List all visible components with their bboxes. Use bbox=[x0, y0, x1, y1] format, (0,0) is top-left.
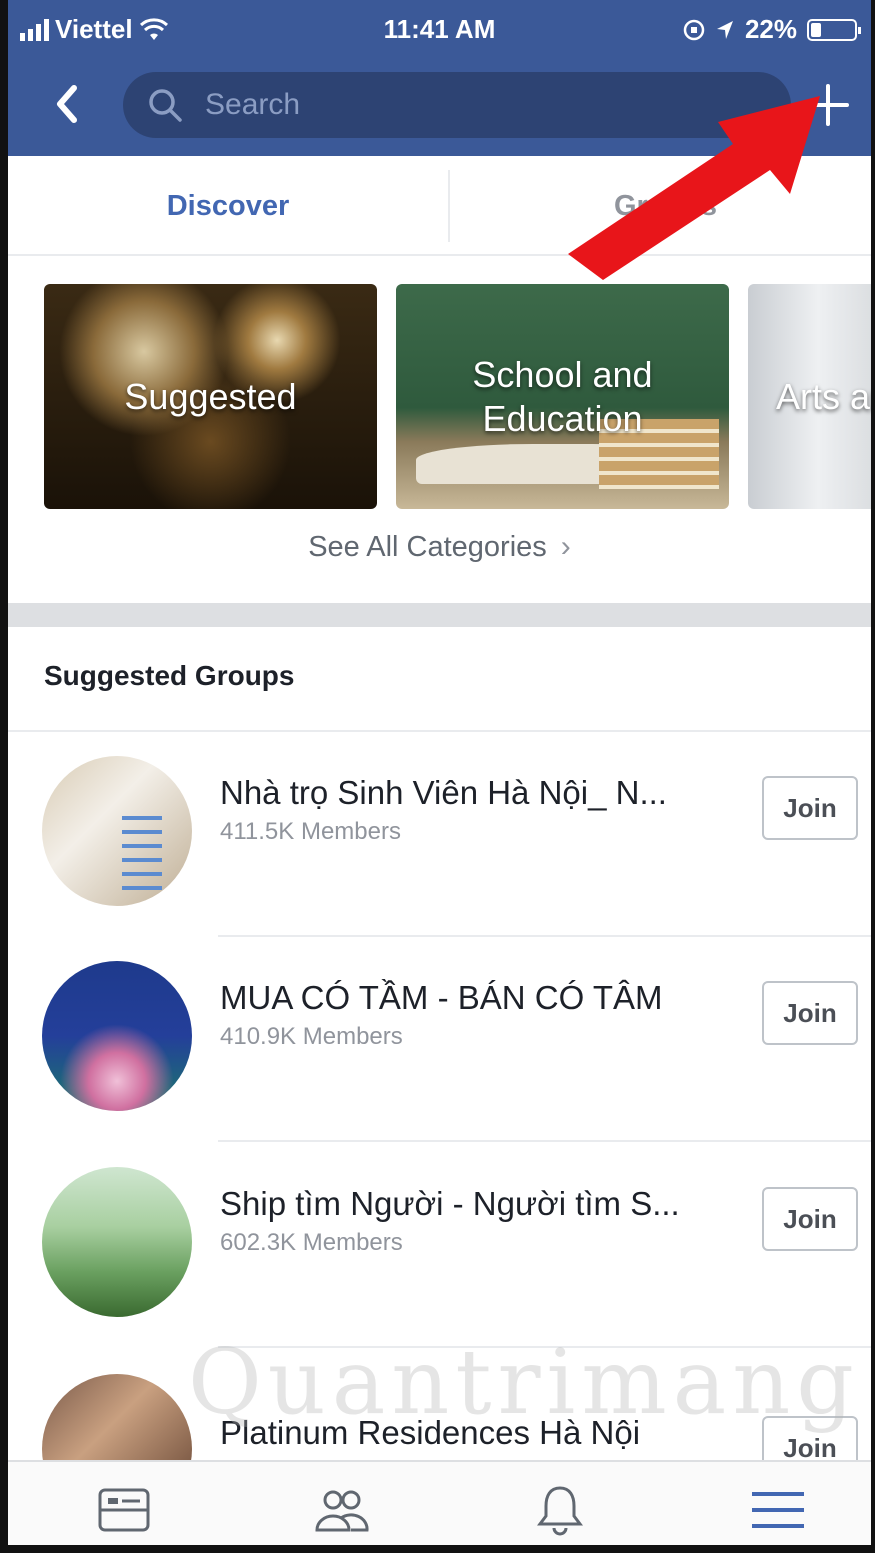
search-placeholder: Search bbox=[205, 88, 301, 121]
notifications-bell-icon[interactable] bbox=[530, 1480, 590, 1540]
location-icon bbox=[716, 20, 733, 39]
search-icon bbox=[149, 89, 182, 122]
group-members: 602.3K Members bbox=[220, 1229, 403, 1256]
join-button[interactable]: Join bbox=[762, 776, 858, 840]
lock-rotation-icon bbox=[683, 19, 705, 40]
group-members: 411.5K Members bbox=[220, 818, 401, 845]
group-avatar bbox=[42, 1167, 192, 1317]
divider bbox=[218, 1140, 871, 1142]
back-arrow-icon[interactable] bbox=[48, 84, 88, 124]
menu-icon[interactable] bbox=[748, 1480, 808, 1540]
category-carousel: Suggested School and Education Arts ar bbox=[8, 284, 875, 509]
section-separator bbox=[8, 603, 871, 627]
category-card-arts[interactable]: Arts ar bbox=[748, 284, 875, 509]
phone-screen: Viettel 11:41 AM 22% Search Discover Gro… bbox=[0, 0, 875, 1553]
status-right: 22% bbox=[683, 14, 861, 45]
battery-percent: 22% bbox=[744, 14, 797, 44]
tab-discover[interactable]: Discover bbox=[8, 156, 448, 256]
category-label: School and Education bbox=[472, 353, 653, 439]
category-card-suggested[interactable]: Suggested bbox=[44, 284, 377, 509]
suggested-groups-title: Suggested Groups bbox=[44, 660, 295, 691]
category-label: Arts ar bbox=[776, 375, 875, 417]
group-avatar bbox=[42, 756, 192, 906]
category-label: Suggested bbox=[124, 375, 297, 417]
search-input[interactable]: Search bbox=[123, 72, 791, 138]
group-name: MUA CÓ TẦM - BÁN CÓ TÂM bbox=[220, 979, 663, 1016]
category-card-school-education[interactable]: School and Education bbox=[396, 284, 729, 509]
nav-bar: Search bbox=[8, 70, 871, 140]
news-feed-icon[interactable] bbox=[94, 1480, 154, 1540]
create-group-plus-icon[interactable] bbox=[803, 80, 853, 130]
bottom-tab-bar bbox=[8, 1460, 871, 1545]
tab-groups[interactable]: Groups bbox=[448, 156, 871, 256]
group-tabs: Discover Groups bbox=[8, 156, 871, 256]
group-row[interactable]: Ship tìm Người - Người tìm S... 602.3K M… bbox=[8, 1143, 871, 1348]
group-name: Nhà trọ Sinh Viên Hà Nội_ N... bbox=[220, 774, 667, 811]
battery-icon bbox=[807, 18, 861, 41]
chevron-right-icon: › bbox=[560, 530, 571, 563]
friends-icon[interactable] bbox=[311, 1480, 371, 1540]
group-name: Ship tìm Người - Người tìm S... bbox=[220, 1185, 680, 1222]
group-row[interactable]: Nhà trọ Sinh Viên Hà Nội_ N... 411.5K Me… bbox=[8, 732, 871, 937]
watermark: Quantrimang bbox=[188, 1330, 860, 1435]
group-avatar bbox=[42, 961, 192, 1111]
group-row[interactable]: MUA CÓ TẦM - BÁN CÓ TÂM 410.9K Members J… bbox=[8, 937, 871, 1142]
join-button[interactable]: Join bbox=[762, 1187, 858, 1251]
group-members: 410.9K Members bbox=[220, 1023, 403, 1050]
status-bar: Viettel 11:41 AM 22% bbox=[8, 14, 871, 50]
app-header: Viettel 11:41 AM 22% Search bbox=[8, 0, 871, 156]
join-button[interactable]: Join bbox=[762, 981, 858, 1045]
see-all-categories-link[interactable]: See All Categories › bbox=[8, 530, 871, 564]
